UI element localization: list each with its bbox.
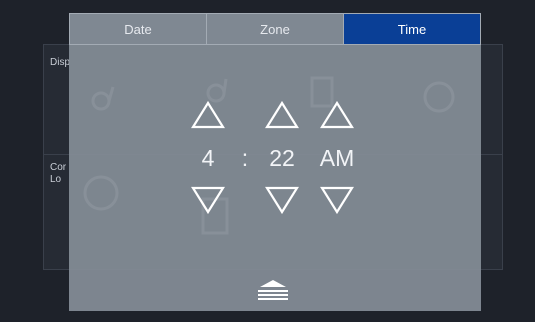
minute-value: 22: [269, 145, 295, 171]
tab-date[interactable]: Date: [69, 13, 207, 45]
meridiem-decrement-button[interactable]: [319, 185, 355, 215]
time-separator: :: [241, 145, 249, 171]
meridiem-increment-button[interactable]: [319, 100, 355, 130]
time-picker-dialog: Date Zone Time 4 : 22 AM: [69, 13, 481, 311]
triangle-up-icon: [191, 100, 225, 129]
tab-time[interactable]: Time: [344, 13, 481, 45]
background-label-display: Disp: [50, 57, 71, 68]
tab-zone[interactable]: Zone: [207, 13, 344, 45]
background-label-control: Cor Lo: [50, 162, 66, 186]
triangle-up-icon: [320, 100, 354, 129]
triangle-down-icon: [191, 186, 225, 215]
triangle-down-icon: [320, 186, 354, 215]
hour-decrement-button[interactable]: [190, 185, 226, 215]
ghost-clock-icon: [83, 175, 119, 211]
minute-decrement-button[interactable]: [264, 185, 300, 215]
eject-collapse-icon: [258, 280, 288, 300]
ghost-music-icon: [91, 86, 115, 111]
background-label-control-line2: Lo: [50, 174, 62, 185]
collapse-button[interactable]: [255, 278, 291, 302]
background-label-control-line1: Cor: [50, 162, 67, 173]
tab-bar: Date Zone Time: [69, 13, 481, 45]
triangle-up-icon: [265, 100, 299, 129]
triangle-down-icon: [265, 186, 299, 215]
meridiem-value: AM: [319, 145, 355, 171]
minute-increment-button[interactable]: [264, 100, 300, 130]
hour-value: 4: [201, 145, 215, 171]
ghost-globe-icon: [423, 81, 455, 113]
hour-increment-button[interactable]: [190, 100, 226, 130]
